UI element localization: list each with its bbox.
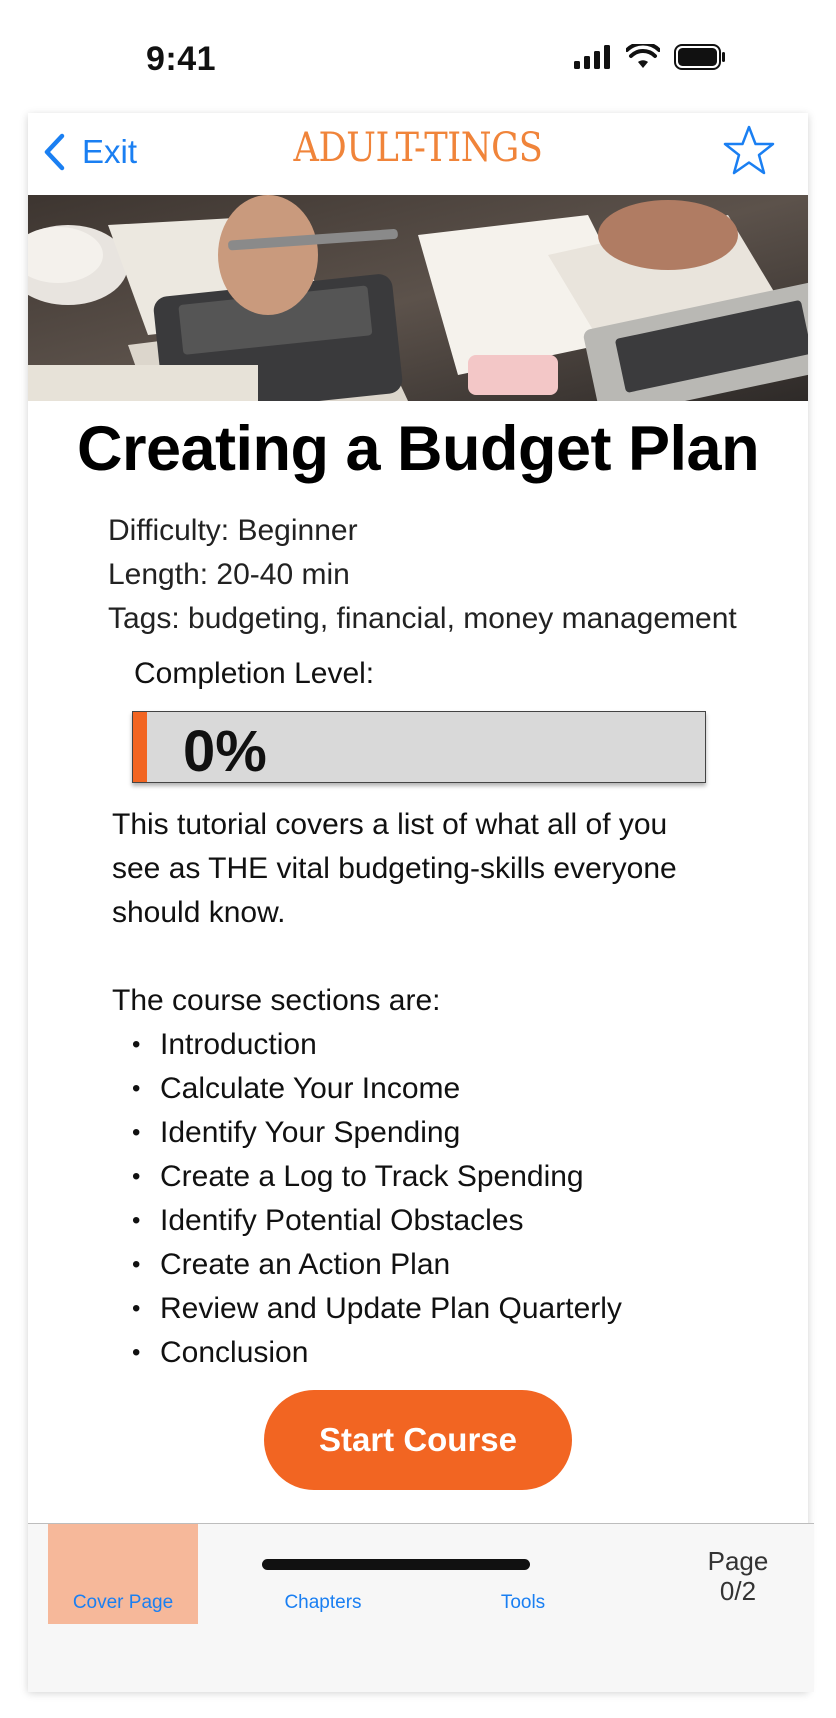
start-course-button[interactable]: Start Course — [264, 1390, 572, 1490]
progress-fill — [133, 712, 147, 782]
hero-image — [28, 195, 808, 401]
bullet-icon: • — [132, 1251, 141, 1278]
course-title: Creating a Budget Plan — [76, 414, 760, 484]
difficulty-text: Difficulty: Beginner — [108, 514, 358, 547]
bullet-icon: • — [132, 1119, 141, 1146]
status-bar: 9:41 — [0, 0, 836, 110]
bullet-icon: • — [132, 1295, 141, 1322]
signal-icon — [574, 45, 610, 69]
home-indicator[interactable] — [262, 1559, 530, 1570]
list-item: • Identify Your Spending — [132, 1111, 622, 1155]
course-cover-card: Exit ADULT-TINGS Creating a Budget Plan … — [28, 113, 814, 1692]
progress-percent: 0% — [183, 719, 267, 784]
course-meta: Difficulty: Beginner Length: 20-40 min T… — [108, 509, 737, 641]
list-item: • Review and Update Plan Quarterly — [132, 1287, 622, 1331]
sections-list: • Introduction • Calculate Your Income • Id… — [132, 1023, 622, 1375]
bullet-icon: • — [132, 1075, 141, 1102]
list-item: • Identify Potential Obstacles — [132, 1199, 622, 1243]
completion-progress-bar: 0% — [132, 711, 706, 784]
status-time: 9:41 — [146, 40, 217, 78]
list-item: • Create an Action Plan — [132, 1243, 622, 1287]
list-item: • Create a Log to Track Spending — [132, 1155, 622, 1199]
battery-icon — [674, 44, 725, 70]
tab-chapters[interactable]: Chapters — [248, 1524, 398, 1624]
nav-bar: Exit ADULT-TINGS — [28, 113, 808, 195]
bullet-icon: • — [132, 1163, 141, 1190]
page-indicator-value: 0/2 — [719, 1576, 757, 1606]
bullet-icon: • — [132, 1031, 141, 1058]
bullet-icon: • — [132, 1339, 141, 1366]
list-item: • Conclusion — [132, 1331, 622, 1375]
chevron-left-icon — [44, 133, 65, 171]
app-title: ADULT-TINGS — [293, 125, 543, 171]
star-icon[interactable] — [720, 123, 778, 181]
bullet-icon: • — [132, 1207, 141, 1234]
wifi-icon — [626, 44, 660, 68]
status-icons — [574, 44, 726, 70]
list-item: • Introduction — [132, 1023, 622, 1067]
tags-text: Tags: budgeting, financial, money manage… — [108, 602, 737, 635]
page-indicator-label: Page — [707, 1546, 769, 1576]
tab-bar: Cover Page Chapters Tools Page 0/2 — [28, 1523, 814, 1692]
course-description: This tutorial covers a list of what all … — [112, 808, 677, 929]
tab-tools[interactable]: Tools — [448, 1524, 598, 1624]
list-item: • Calculate Your Income — [132, 1067, 622, 1111]
completion-label: Completion Level: — [134, 657, 375, 690]
tab-cover-page[interactable]: Cover Page — [48, 1524, 198, 1624]
sections-heading: The course sections are: — [112, 984, 441, 1017]
length-text: Length: 20-40 min — [108, 558, 350, 591]
page-indicator: Page 0/2 — [678, 1546, 798, 1606]
